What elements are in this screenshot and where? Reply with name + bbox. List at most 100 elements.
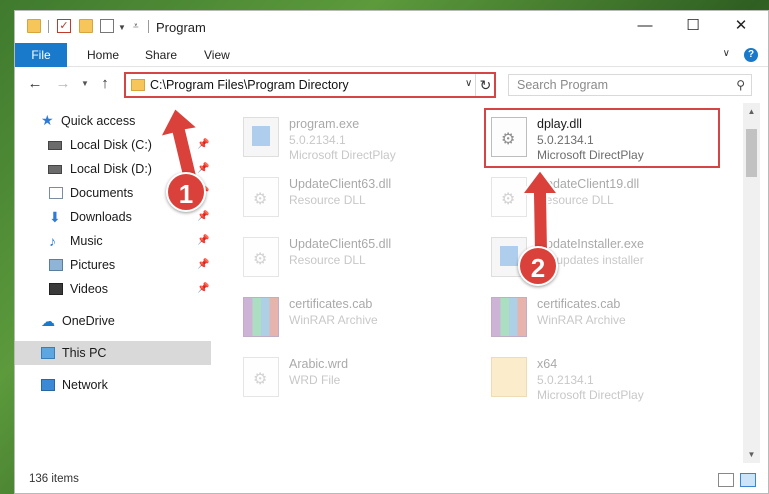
refresh-button[interactable]: ↻: [475, 74, 495, 96]
vertical-scrollbar[interactable]: ▲ ▼: [743, 103, 760, 463]
status-bar: 136 items: [15, 463, 768, 493]
file-list: program.exe 5.0.2134.1 Microsoft DirectP…: [211, 103, 743, 463]
file-item[interactable]: program.exe 5.0.2134.1 Microsoft DirectP…: [237, 111, 477, 167]
file-item[interactable]: UpdateClient65.dll Resource DLL: [237, 231, 477, 287]
properties-check-icon[interactable]: ✓: [57, 19, 71, 33]
large-icons-view-icon[interactable]: [740, 473, 756, 487]
file-item[interactable]: UpdateClient19.dll Resource DLL: [485, 171, 725, 227]
search-input[interactable]: Search Program ⚲: [508, 74, 752, 96]
pin-icon[interactable]: 📌: [197, 229, 209, 253]
sidebar-item-label: Videos: [70, 282, 108, 296]
scroll-down-icon[interactable]: ▼: [743, 446, 760, 463]
file-name: certificates.cab: [289, 297, 373, 311]
pin-icon[interactable]: 📌: [197, 205, 209, 229]
disk-icon: [48, 165, 62, 174]
sidebar-item-label: Downloads: [70, 210, 132, 224]
sidebar-item-label: Network: [62, 378, 108, 392]
folder-icon: [491, 357, 527, 397]
file-description: Microsoft DirectPlay: [289, 148, 396, 162]
computer-icon: [41, 347, 55, 359]
file-description: WinRAR Archive: [537, 313, 626, 327]
sidebar-item-this-pc[interactable]: This PC: [15, 341, 211, 365]
back-button[interactable]: ←: [25, 74, 45, 94]
file-name: UpdateClient19.dll: [537, 177, 640, 191]
scroll-thumb[interactable]: [746, 129, 757, 177]
sidebar-item-pictures[interactable]: Pictures 📌: [15, 253, 211, 277]
navigation-bar: ← → ▼ ↑ C:\Program Files\Program Directo…: [15, 68, 768, 100]
ribbon-tabs: File Home Share View ∨ ?: [15, 43, 768, 67]
recent-locations-icon[interactable]: ▼: [75, 74, 95, 94]
tab-share[interactable]: Share: [145, 43, 177, 67]
file-item[interactable]: certificates.cab WinRAR Archive: [485, 291, 725, 347]
tab-file[interactable]: File: [15, 43, 67, 67]
folder-icon: [27, 19, 41, 33]
file-item[interactable]: certificates.cab WinRAR Archive: [237, 291, 477, 347]
file-item[interactable]: x64 5.0.2134.1 Microsoft DirectPlay: [485, 351, 725, 407]
file-explorer-window: ✓ ▼ ⩡ Program — ☐ ✕ File Home Share View…: [14, 10, 769, 494]
sidebar-item-music[interactable]: ♪ Music 📌: [15, 229, 211, 253]
file-description: Microsoft DirectPlay: [537, 388, 644, 402]
file-description: Resource DLL: [289, 193, 366, 207]
address-path[interactable]: C:\Program Files\Program Directory: [150, 78, 349, 92]
file-name: UpdateClient65.dll: [289, 237, 392, 251]
videos-icon: [49, 283, 63, 295]
dll-icon: [243, 237, 279, 277]
highlight-box: [484, 108, 720, 168]
expand-ribbon-icon[interactable]: ∨: [723, 48, 730, 59]
forward-button[interactable]: →: [53, 74, 73, 94]
tab-view[interactable]: View: [204, 43, 230, 67]
sidebar-item-onedrive[interactable]: ☁ OneDrive: [15, 309, 211, 333]
sidebar-item-local-disk-c[interactable]: Local Disk (C:) 📌: [15, 133, 211, 157]
file-description: WinRAR Archive: [289, 313, 378, 327]
exe-icon: [243, 117, 279, 157]
address-bar[interactable]: C:\Program Files\Program Directory ∨ ↻: [124, 72, 496, 98]
file-description: WRD File: [289, 373, 341, 387]
sidebar-item-label: Documents: [70, 186, 134, 200]
tab-home[interactable]: Home: [87, 43, 119, 67]
dll-icon: [243, 177, 279, 217]
sidebar-item-label: This PC: [62, 346, 107, 360]
rar-icon: [243, 297, 279, 337]
file-name: x64: [537, 357, 558, 371]
pictures-icon: [49, 259, 63, 271]
file-name: UpdateInstaller.exe: [537, 237, 645, 251]
rar-icon: [491, 297, 527, 337]
sidebar-item-quick-access[interactable]: ★ Quick access: [15, 109, 211, 133]
close-button[interactable]: ✕: [718, 11, 764, 43]
chevron-down-icon[interactable]: ∨: [465, 78, 472, 89]
file-item[interactable]: UpdateClient63.dll Resource DLL: [237, 171, 477, 227]
minimize-button[interactable]: —: [622, 11, 668, 43]
documents-icon: [49, 187, 63, 199]
maximize-button[interactable]: ☐: [670, 11, 716, 43]
quick-access-properties-icon[interactable]: [100, 19, 114, 33]
sidebar-item-label: Local Disk (C:): [70, 138, 152, 152]
file-description: Resource DLL: [537, 193, 614, 207]
file-name: UpdateClient63.dll: [289, 177, 392, 191]
search-placeholder: Search Program: [517, 78, 609, 92]
cloud-icon: ☁: [41, 313, 55, 329]
search-icon[interactable]: ⚲: [736, 78, 745, 92]
help-icon[interactable]: ?: [744, 48, 758, 62]
file-name: Arabic.wrd: [289, 357, 349, 371]
sidebar-item-label: Pictures: [70, 258, 116, 272]
document-icon: [243, 357, 279, 397]
pin-icon[interactable]: 📌: [197, 253, 209, 277]
sidebar-item-network[interactable]: Network: [15, 373, 211, 397]
chevron-down-icon[interactable]: ▼: [118, 23, 126, 32]
file-item[interactable]: Arabic.wrd WRD File: [237, 351, 477, 407]
sidebar-item-videos[interactable]: Videos 📌: [15, 277, 211, 301]
pin-icon[interactable]: 📌: [197, 277, 209, 301]
new-folder-icon[interactable]: [79, 19, 93, 33]
file-name: certificates.cab: [537, 297, 621, 311]
pin-icon[interactable]: 📌: [197, 133, 209, 157]
sidebar-item-label: Quick access: [61, 114, 136, 128]
navigation-pane: ★ Quick access Local Disk (C:) 📌 Local D…: [15, 103, 211, 463]
file-name: program.exe: [289, 117, 360, 131]
step-badge-1: 1: [166, 172, 206, 212]
folder-icon: [131, 79, 145, 91]
download-icon: ⬇: [49, 209, 61, 225]
details-view-icon[interactable]: [718, 473, 734, 487]
customize-toolbar-icon[interactable]: ⩡: [133, 21, 139, 32]
scroll-up-icon[interactable]: ▲: [743, 103, 760, 120]
up-button[interactable]: ↑: [95, 74, 115, 94]
